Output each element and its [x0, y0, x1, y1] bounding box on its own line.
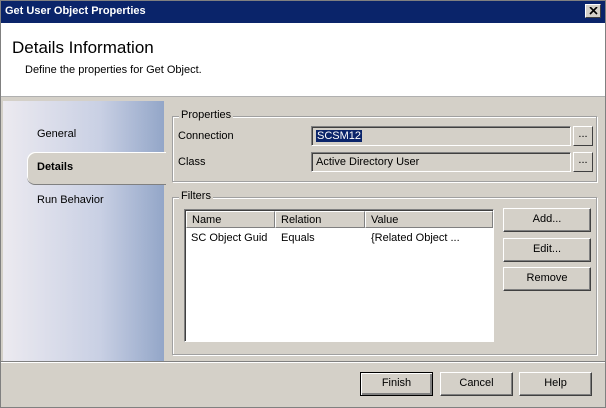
close-icon	[588, 7, 598, 15]
sidebar-item-run-behavior[interactable]: Run Behavior	[3, 185, 164, 217]
page-title: Details Information	[12, 38, 154, 57]
filters-legend: Filters	[179, 190, 213, 202]
window-title: Get User Object Properties	[5, 5, 146, 17]
filter-value-cell: {Related Object ...	[371, 232, 460, 244]
class-value: Active Directory User	[316, 156, 420, 168]
connection-browse-button[interactable]: ...	[573, 126, 593, 146]
class-field[interactable]: Active Directory User	[311, 152, 571, 172]
cancel-button[interactable]: Cancel	[440, 372, 513, 396]
finish-button[interactable]: Finish	[360, 372, 433, 396]
sidebar-item-general[interactable]: General	[3, 119, 164, 151]
header-panel: Details Information Define the propertie…	[1, 23, 605, 97]
filters-list-header: Name Relation Value	[186, 211, 493, 228]
title-bar: Get User Object Properties	[1, 1, 605, 23]
sidebar-item-label: Details	[37, 161, 74, 173]
class-label: Class	[178, 156, 206, 168]
filter-name-cell: SC Object Guid	[191, 232, 268, 244]
sidebar-item-details[interactable]: Details	[27, 152, 166, 184]
filter-relation-cell: Equals	[281, 232, 315, 244]
sidebar-item-label: Run Behavior	[37, 194, 104, 206]
properties-legend: Properties	[179, 109, 234, 121]
remove-filter-button[interactable]: Remove	[503, 267, 591, 291]
column-header-relation[interactable]: Relation	[275, 211, 365, 228]
column-header-name[interactable]: Name	[186, 211, 275, 228]
edit-filter-button[interactable]: Edit...	[503, 238, 591, 262]
footer-separator	[1, 361, 605, 363]
connection-label: Connection	[178, 130, 234, 142]
page-subtitle: Define the properties for Get Object.	[25, 64, 202, 76]
dialog-window: Get User Object Properties Details Infor…	[0, 0, 606, 408]
class-browse-button[interactable]: ...	[573, 152, 593, 172]
connection-field[interactable]: SCSM12	[311, 126, 571, 146]
close-button[interactable]	[585, 4, 601, 18]
sidebar-nav: General Details Run Behavior	[3, 101, 166, 361]
filters-list[interactable]: Name Relation Value SC Object Guid Equal…	[184, 209, 494, 342]
connection-value: SCSM12	[316, 130, 363, 142]
add-filter-button[interactable]: Add...	[503, 208, 591, 232]
table-row[interactable]: SC Object Guid Equals {Related Object ..…	[186, 229, 492, 246]
sidebar-item-label: General	[37, 128, 77, 140]
column-header-value[interactable]: Value	[365, 211, 493, 228]
help-button[interactable]: Help	[519, 372, 592, 396]
